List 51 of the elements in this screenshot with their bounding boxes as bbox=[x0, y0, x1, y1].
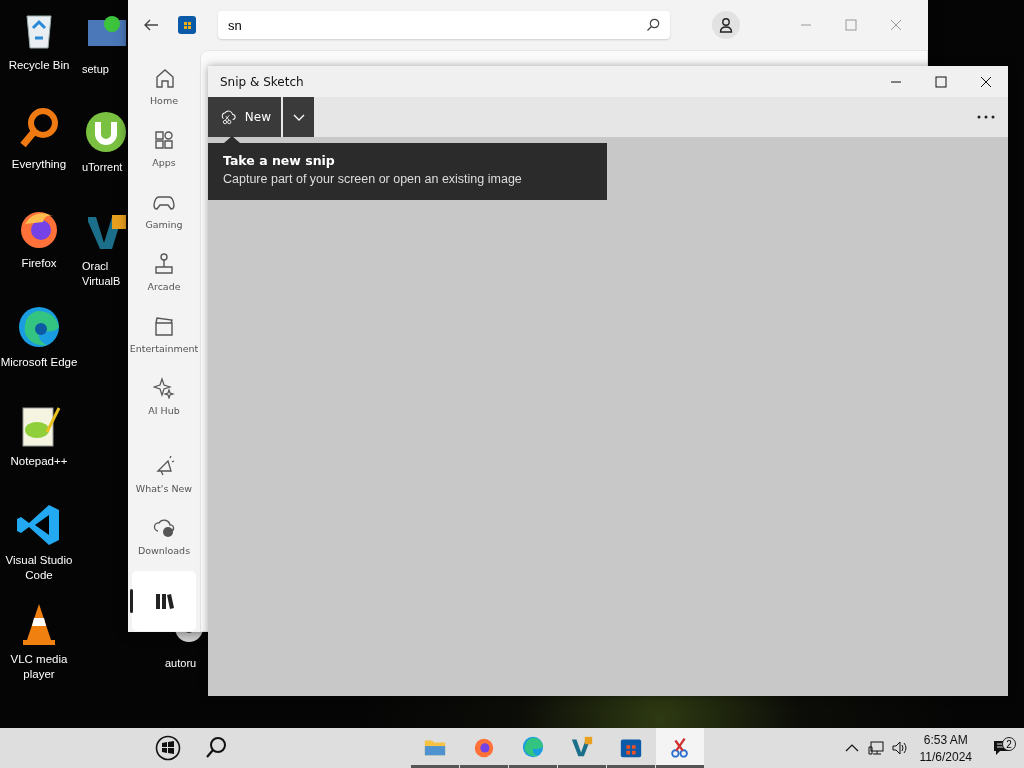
taskbar-app[interactable] bbox=[655, 728, 704, 768]
nav-item[interactable] bbox=[132, 571, 196, 631]
desktop-icon-label: Notepad++ bbox=[9, 454, 69, 469]
nav-item[interactable]: Entertainment bbox=[132, 303, 196, 365]
tooltip-title: Take a new snip bbox=[223, 153, 336, 168]
person-icon bbox=[718, 17, 734, 33]
desktop-icon-label: Recycle Bin bbox=[7, 58, 71, 73]
volume-icon bbox=[890, 739, 909, 757]
store-icon bbox=[178, 16, 196, 34]
nav-item[interactable]: Downloads bbox=[132, 505, 196, 567]
maximize-icon bbox=[844, 19, 857, 31]
dropdown-button[interactable] bbox=[283, 97, 314, 137]
desktop-icon-label: Oracl VirtualB bbox=[82, 259, 122, 289]
cloud-scissors-icon bbox=[220, 107, 237, 127]
desktop-icon-label: Firefox bbox=[20, 256, 58, 271]
clock[interactable]: 6:53 AM 11/6/2024 bbox=[911, 732, 980, 764]
home-icon bbox=[153, 66, 175, 89]
network-icon bbox=[866, 739, 885, 757]
search-icon[interactable] bbox=[646, 18, 660, 32]
close-icon bbox=[889, 19, 902, 31]
desktop-icon-label: Everything bbox=[10, 157, 68, 172]
nav-item[interactable]: AI Hub bbox=[132, 365, 196, 427]
more-icon bbox=[976, 114, 996, 120]
desktop-icon-label: setup bbox=[82, 62, 110, 77]
virtualbox-icon bbox=[569, 734, 594, 759]
sparkle-icon bbox=[153, 376, 175, 399]
nav-item[interactable]: Home bbox=[132, 55, 196, 117]
maximize-icon bbox=[934, 75, 947, 88]
nav-item[interactable]: Arcade bbox=[132, 241, 196, 303]
joystick-icon bbox=[153, 252, 175, 275]
nav-item[interactable]: Apps bbox=[132, 117, 196, 179]
desktop-icon-label: uTorrent bbox=[82, 160, 124, 175]
notification-count: 2 bbox=[1002, 737, 1016, 751]
account-button[interactable] bbox=[712, 11, 740, 39]
desktop-icon-label: Microsoft Edge bbox=[0, 355, 78, 370]
new-snip-button[interactable]: New bbox=[208, 97, 281, 137]
window-title: Snip & Sketch bbox=[220, 74, 304, 89]
desktop-icon-label: VLC media player bbox=[9, 652, 69, 682]
nav-item[interactable]: What's New bbox=[132, 443, 196, 505]
notifications-button[interactable]: 2 bbox=[980, 738, 1024, 758]
nav-item[interactable]: Gaming bbox=[132, 179, 196, 241]
close-icon bbox=[979, 75, 992, 88]
tooltip-text: Capture part of your screen or open an existing image bbox=[223, 172, 523, 186]
desktop-icon-label: Visual Studio Code bbox=[4, 553, 74, 583]
desktop-icon-label: autoru bbox=[165, 656, 198, 671]
clapperboard-icon bbox=[153, 314, 175, 337]
edge-icon bbox=[520, 734, 545, 759]
cloud-download-icon bbox=[153, 516, 175, 539]
windows-logo-icon bbox=[155, 735, 181, 761]
search-field[interactable]: sn bbox=[218, 11, 670, 39]
apps-icon bbox=[153, 128, 175, 151]
